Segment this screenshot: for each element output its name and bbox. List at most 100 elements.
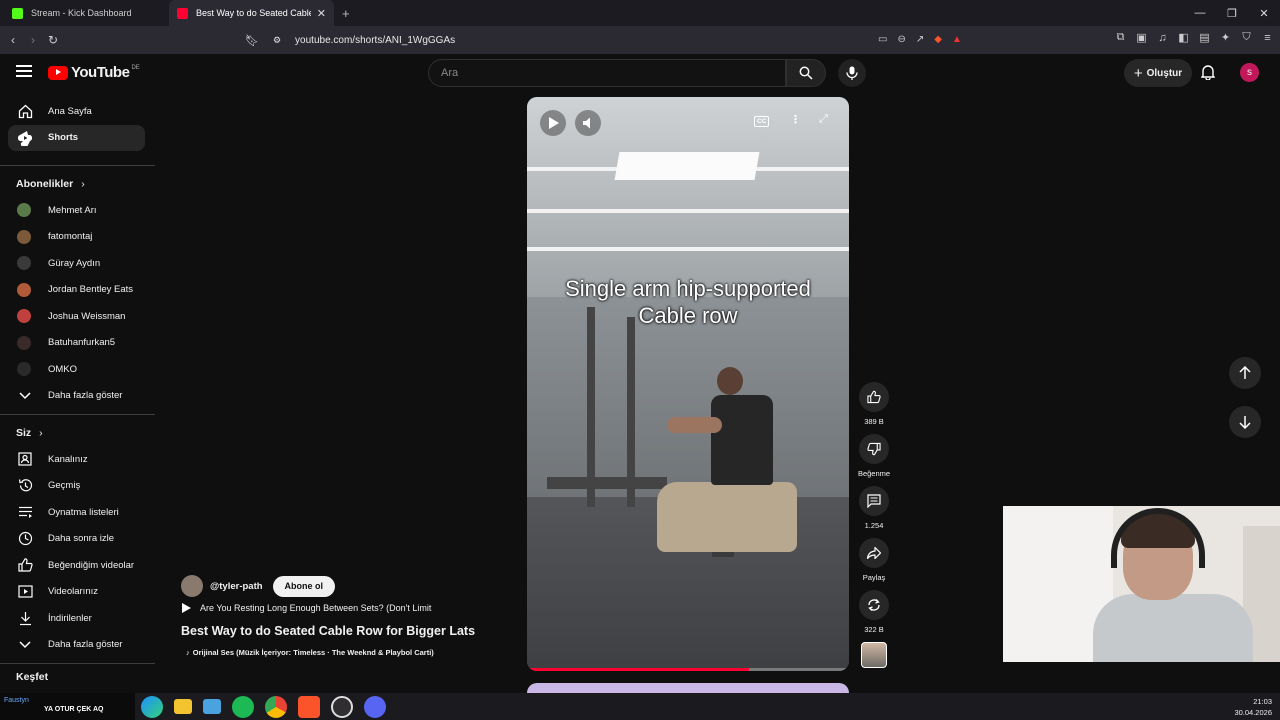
bookmark-icon[interactable]: 🔖︎: [245, 34, 259, 47]
sidebar-item-your-channel[interactable]: Kanalınız: [8, 446, 145, 473]
leo-ai-icon[interactable]: ✦: [1219, 31, 1232, 44]
brave-shield-icon[interactable]: ◆: [934, 34, 942, 45]
sidebar-item-subscription[interactable]: Batuhanfurkan5: [8, 330, 145, 357]
subscriptions-header[interactable]: Abonelikler ›: [0, 171, 155, 197]
audio-source-thumbnail[interactable]: [861, 642, 887, 668]
close-tab-icon[interactable]: ✕: [317, 7, 326, 20]
dislike-button[interactable]: [859, 434, 889, 464]
chrome-icon[interactable]: [264, 695, 287, 718]
minimize-button[interactable]: —: [1184, 0, 1216, 26]
sidebar-item-watch-later[interactable]: Daha sonra izle: [8, 526, 145, 553]
obs-icon[interactable]: [330, 695, 353, 718]
remix-action[interactable]: 322 B: [859, 590, 889, 634]
sidebar-toggle-icon[interactable]: ◧: [1177, 31, 1190, 44]
forward-button[interactable]: ›: [23, 33, 43, 47]
brave-rewards-icon[interactable]: ▲: [952, 34, 962, 45]
you-header[interactable]: Siz ›: [0, 420, 155, 446]
browser-tab-bar: Stream - Kick Dashboard Best Way to do S…: [0, 0, 1280, 26]
avatar-letter: S: [1247, 67, 1252, 78]
sidebar-item-shorts[interactable]: Shorts: [8, 124, 145, 151]
url-text: youtube.com/shorts/ANI_1WgGGAs: [295, 34, 456, 46]
youtube-logo[interactable]: YouTube DE: [48, 64, 140, 81]
sidebar-item-label: OMKO: [48, 363, 78, 375]
sidebar-item-label: Ana Sayfa: [48, 105, 92, 117]
screenshot-icon[interactable]: ▣: [1135, 31, 1148, 44]
wallet-icon[interactable]: ▤: [1198, 31, 1211, 44]
notifications-button[interactable]: [1200, 64, 1216, 85]
volume-icon: [583, 117, 590, 129]
brave-icon[interactable]: [297, 695, 320, 718]
music-icon[interactable]: ♫: [1156, 31, 1169, 44]
sidebar-item-subscription[interactable]: Jordan Bentley Eats: [8, 277, 145, 304]
tab-youtube-short[interactable]: Best Way to do Seated Cable Ro ✕: [169, 0, 334, 26]
tab-kick-dashboard[interactable]: Stream - Kick Dashboard: [4, 0, 169, 26]
share-action[interactable]: Paylaş: [859, 538, 889, 582]
channel-avatar[interactable]: [181, 575, 203, 597]
fullscreen-icon[interactable]: ⤢: [819, 113, 828, 126]
remix-button[interactable]: [859, 590, 889, 620]
previous-short-button[interactable]: [1229, 357, 1261, 389]
close-window-button[interactable]: ✕: [1248, 0, 1280, 26]
video-title[interactable]: Best Way to do Seated Cable Row for Bigg…: [181, 624, 475, 638]
sidebar-item-your-videos[interactable]: Videolarınız: [8, 579, 145, 606]
sidebar-item-home[interactable]: Ana Sayfa: [8, 98, 145, 125]
like-action[interactable]: 389 B: [859, 382, 889, 426]
sidebar-item-subscription[interactable]: Joshua Weissman: [8, 303, 145, 330]
audio-link[interactable]: ♪ Orijinal Ses (Müzik İçeriyor: Timeless…: [186, 648, 434, 657]
share-page-icon[interactable]: ↗: [916, 34, 924, 45]
captions-icon[interactable]: CC: [754, 116, 770, 127]
file-explorer-icon[interactable]: [173, 699, 192, 714]
reload-button[interactable]: ↻: [43, 33, 63, 47]
sidebar-item-liked-videos[interactable]: Beğendiğim videolar: [8, 552, 145, 579]
comment-button[interactable]: [859, 486, 889, 516]
new-tab-button[interactable]: +: [342, 6, 350, 21]
comment-action[interactable]: 1.254: [859, 486, 889, 530]
extensions-icon[interactable]: ⧉: [1114, 31, 1127, 44]
related-video-link[interactable]: Are You Resting Long Enough Between Sets…: [182, 603, 431, 613]
subscribe-button[interactable]: Abone ol: [272, 575, 336, 597]
account-avatar[interactable]: S: [1240, 63, 1259, 82]
spotify-icon[interactable]: [231, 695, 254, 718]
zoom-icon[interactable]: ⊖: [897, 34, 905, 45]
sidebar-item-subscription[interactable]: Güray Aydın: [8, 250, 145, 277]
show-more-you[interactable]: Daha fazla göster: [8, 632, 145, 659]
voice-search-button[interactable]: [838, 59, 866, 87]
shorts-video-player[interactable]: Single arm hip-supported Cable row CC ⋮ …: [527, 97, 849, 671]
search-input[interactable]: Ara: [428, 59, 786, 87]
webcam-person-shirt: [1093, 594, 1253, 662]
sidebar-item-subscription[interactable]: fatomontaj: [8, 224, 145, 251]
discord-icon[interactable]: [363, 695, 386, 718]
sidebar-item-label: Videolarınız: [48, 586, 98, 598]
sidebar-item-downloads[interactable]: İndirilenler: [8, 605, 145, 632]
back-button[interactable]: ‹: [3, 33, 23, 47]
dislike-icon: [867, 442, 881, 456]
edge-icon[interactable]: [140, 695, 163, 718]
sidebar-item-subscription[interactable]: OMKO: [8, 356, 145, 383]
site-info-icon[interactable]: ⚙︎: [273, 35, 281, 46]
next-short-button[interactable]: [1229, 406, 1261, 438]
sidebar-item-subscription[interactable]: Mehmet Arı: [8, 197, 145, 224]
sidebar-item-playlists[interactable]: Oynatma listeleri: [8, 499, 145, 526]
channel-avatar: [17, 335, 31, 350]
more-options-icon[interactable]: ⋮: [790, 113, 801, 126]
dislike-action[interactable]: Beğenme: [858, 434, 890, 478]
like-button[interactable]: [859, 382, 889, 412]
vpn-icon[interactable]: ⛉: [1240, 31, 1253, 44]
share-button[interactable]: [859, 538, 889, 568]
channel-handle[interactable]: @tyler-path: [210, 581, 263, 592]
volume-button[interactable]: [575, 110, 601, 136]
system-clock[interactable]: 21:03 30.04.2026: [1234, 696, 1272, 718]
hamburger-menu-icon[interactable]: [16, 65, 32, 77]
video-progress-bar[interactable]: [527, 668, 849, 671]
settings-app-icon[interactable]: [202, 699, 221, 714]
chevron-right-icon: ›: [81, 178, 85, 190]
search-button[interactable]: [786, 59, 826, 87]
show-more-subscriptions[interactable]: Daha fazla göster: [8, 383, 145, 410]
create-button[interactable]: + Oluştur: [1124, 59, 1192, 87]
cast-icon[interactable]: ▭: [878, 34, 887, 45]
menu-icon[interactable]: ≡: [1261, 31, 1274, 44]
play-button[interactable]: [540, 110, 566, 136]
sidebar-item-history[interactable]: Geçmiş: [8, 473, 145, 500]
restore-button[interactable]: ❐: [1216, 0, 1248, 26]
home-icon: [17, 103, 33, 119]
